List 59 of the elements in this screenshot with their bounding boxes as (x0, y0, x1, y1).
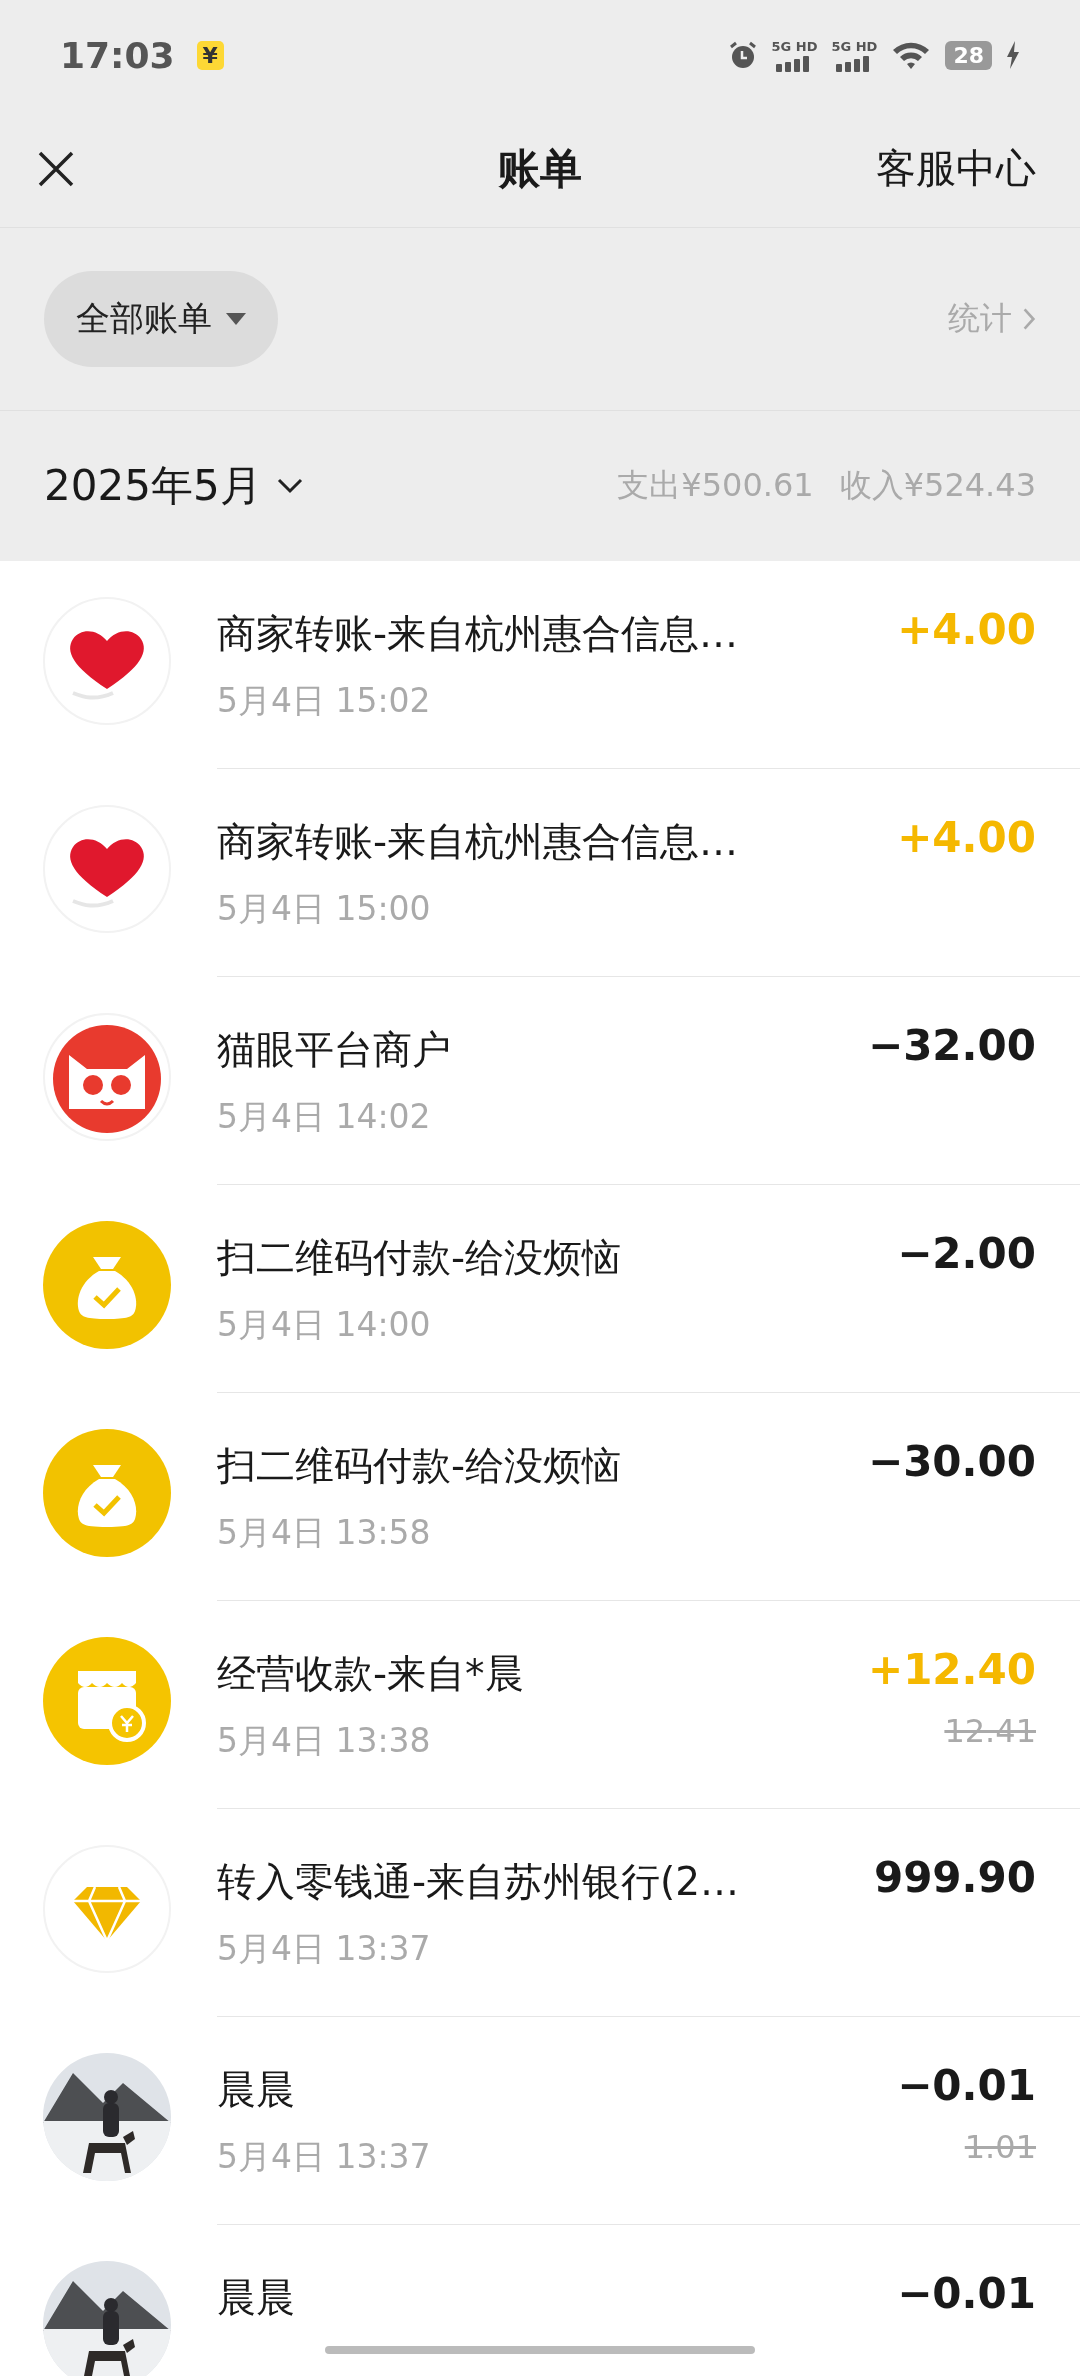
network-label: 5G HD (771, 38, 818, 54)
transaction-time: 5月4日 15:02 (217, 680, 431, 722)
charging-icon (1006, 41, 1020, 69)
transaction-title: 扫二维码付款-给没烦恼 (217, 1234, 622, 1282)
transaction-row[interactable]: 转入零钱通-来自苏州银行(2… 5月4日 13:37 999.90 (0, 1809, 1080, 2017)
transaction-time: 5月4日 13:58 (217, 1512, 431, 1554)
transaction-row[interactable]: 猫眼平台商户 5月4日 14:02 −32.00 (0, 977, 1080, 1185)
transaction-amount: −0.01 (897, 2269, 1036, 2318)
original-amount: 1.01 (964, 2128, 1036, 2166)
transaction-time: 5月4日 13:38 (217, 1720, 431, 1762)
money-bag-icon (43, 1221, 171, 1349)
status-time: 17:03 (60, 34, 175, 76)
transaction-time: 5月4日 13:37 (217, 1928, 431, 1970)
transaction-amount: +4.00 (897, 605, 1036, 654)
original-amount: 12.41 (944, 1712, 1036, 1750)
transaction-amount: −0.01 (897, 2061, 1036, 2110)
transaction-row[interactable]: 经营收款-来自*晨 5月4日 13:38 +12.40 12.41 (0, 1601, 1080, 1809)
transaction-row[interactable]: 商家转账-来自杭州惠合信息… 5月4日 15:00 +4.00 (0, 769, 1080, 977)
dropdown-triangle-icon (226, 313, 246, 325)
page-title: 账单 (498, 142, 582, 195)
cat-face-icon (43, 1013, 171, 1141)
store-coin-icon (43, 1637, 171, 1765)
money-bag-icon (43, 1429, 171, 1557)
transaction-row[interactable]: 晨晨 5月4日 13:37 −0.01 1.01 (0, 2017, 1080, 2225)
chevron-down-icon (275, 477, 304, 495)
transaction-amount: −2.00 (897, 1229, 1036, 1278)
heart-logo-icon (43, 805, 171, 933)
heart-logo-icon (43, 597, 171, 725)
transaction-amount: +4.00 (897, 813, 1036, 862)
month-selector[interactable]: 2025年5月 (44, 458, 304, 514)
battery-indicator: 28 (945, 40, 992, 70)
app-badge: ¥ (196, 40, 224, 70)
income-total: 收入¥524.43 (839, 465, 1036, 506)
wifi-icon (891, 40, 932, 70)
network-label: 5G HD (831, 38, 878, 54)
transaction-row[interactable]: 扫二维码付款-给没烦恼 5月4日 14:00 −2.00 (0, 1185, 1080, 1393)
transaction-title: 晨晨 (217, 2274, 295, 2322)
transaction-title: 经营收款-来自*晨 (217, 1650, 524, 1698)
alarm-icon (727, 40, 758, 70)
transaction-row[interactable]: 商家转账-来自杭州惠合信息… 5月4日 15:02 +4.00 (0, 561, 1080, 769)
transaction-row[interactable]: 扫二维码付款-给没烦恼 5月4日 13:58 −30.00 (0, 1393, 1080, 1601)
transaction-time: 5月4日 14:02 (217, 1096, 431, 1138)
customer-service-link[interactable]: 客服中心 (876, 141, 1036, 196)
transaction-amount: −30.00 (867, 1437, 1036, 1486)
expense-total: 支出¥500.61 (617, 465, 814, 506)
transaction-amount: +12.40 (867, 1645, 1036, 1694)
transaction-time: 5月4日 13:37 (217, 2136, 431, 2178)
transaction-title: 猫眼平台商户 (217, 1026, 451, 1074)
transaction-time: 5月4日 14:00 (217, 1304, 431, 1346)
transaction-title: 商家转账-来自杭州惠合信息… (217, 818, 739, 866)
transaction-title: 扫二维码付款-给没烦恼 (217, 1442, 622, 1490)
transaction-title: 转入零钱通-来自苏州银行(2… (217, 1858, 740, 1906)
transaction-amount: 999.90 (873, 1853, 1036, 1902)
bill-filter-dropdown[interactable]: 全部账单 (44, 271, 278, 367)
chevron-right-icon (1022, 306, 1036, 332)
transaction-title: 晨晨 (217, 2066, 295, 2114)
transaction-title: 商家转账-来自杭州惠合信息… (217, 610, 739, 658)
transaction-time: 5月4日 15:00 (217, 888, 431, 930)
transaction-amount: −32.00 (867, 1021, 1036, 1070)
